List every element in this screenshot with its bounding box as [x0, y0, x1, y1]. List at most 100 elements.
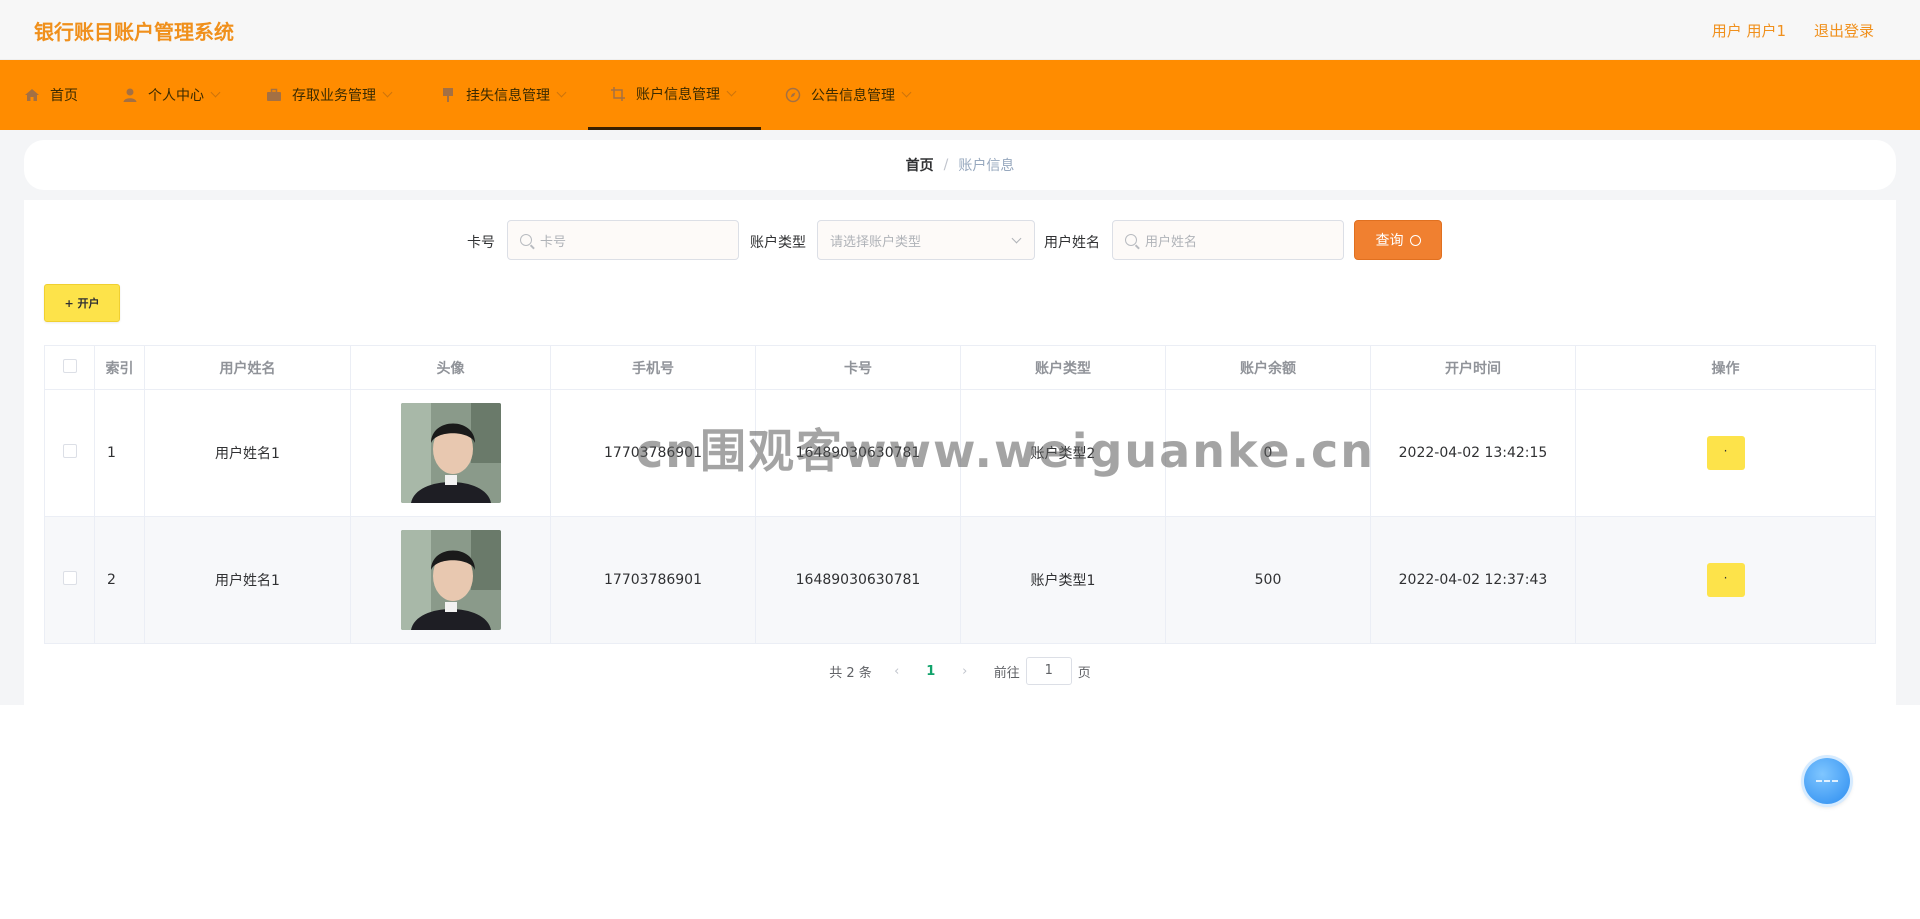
current-user: 用户 用户1	[1711, 22, 1786, 40]
avatar[interactable]	[400, 530, 501, 630]
name-cell: 用户姓名1	[144, 389, 351, 517]
time-cell: 2022-04-02 13:42:15	[1370, 389, 1576, 517]
row-checkbox[interactable]	[62, 571, 77, 585]
type-cell: 账户类型2	[960, 389, 1166, 517]
chevron-left-icon[interactable]: ‹	[882, 664, 912, 679]
chevron-right-icon[interactable]: ›	[950, 664, 980, 679]
nav-label: 个人中心	[148, 88, 204, 104]
table-header-row: 索引 用户姓名 头像 手机号 卡号 账户类型 账户余额 开户时间 操作	[44, 345, 1876, 390]
avatar-cell	[350, 516, 551, 644]
balance-cell: 0	[1165, 389, 1371, 517]
breadcrumb-separator: /	[943, 157, 949, 173]
table-row: 2 用户姓名1 17703786901 16489030630781 账户类型1…	[44, 516, 1876, 644]
column-header: 用户姓名	[144, 345, 351, 390]
phone-cell: 17703786901	[550, 389, 756, 517]
query-label: 查询	[1375, 233, 1404, 249]
chevron-down-icon	[210, 87, 221, 98]
column-header: 账户类型	[960, 345, 1166, 390]
search-icon	[1125, 234, 1137, 246]
nav-item-personal-center[interactable]: 个人中心	[122, 60, 221, 130]
balance-cell: 500	[1165, 516, 1371, 644]
card-cell: 16489030630781	[755, 516, 961, 644]
pin-icon	[443, 88, 453, 102]
breadcrumb-home[interactable]: 首页	[906, 155, 934, 175]
crop-icon	[611, 86, 625, 101]
pagination-goto-label: 前往	[993, 665, 1020, 681]
floating-assistant-button[interactable]	[1804, 758, 1850, 804]
chevron-down-icon	[382, 87, 393, 98]
accounts-table: 索引 用户姓名 头像 手机号 卡号 账户类型 账户余额 开户时间 操作 1 用户…	[44, 345, 1876, 644]
pagination-page[interactable]: 1	[912, 664, 950, 679]
chevron-down-icon	[1011, 233, 1022, 244]
breadcrumb: 首页 / 账户信息	[24, 140, 1896, 190]
index-cell: 2	[94, 516, 145, 644]
index-cell: 1	[94, 389, 145, 517]
nav-label: 公告信息管理	[811, 88, 895, 104]
action-cell: ·	[1575, 516, 1876, 644]
pagination: 共 2 条 ‹ 1 › 前往 1 页	[24, 657, 1896, 685]
nav-label: 存取业务管理	[292, 88, 376, 104]
type-cell: 账户类型1	[960, 516, 1166, 644]
name-cell: 用户姓名1	[144, 516, 351, 644]
column-header: 卡号	[755, 345, 961, 390]
card-cell: 16489030630781	[755, 389, 961, 517]
open-account-button[interactable]: + 开户	[44, 284, 120, 322]
row-action-button[interactable]: ·	[1706, 436, 1745, 470]
phone-cell: 17703786901	[550, 516, 756, 644]
app-title: 银行账目账户管理系统	[34, 20, 234, 44]
pagination-page-suffix: 页	[1077, 665, 1091, 681]
row-select-cell	[44, 389, 95, 517]
card-number-input[interactable]: 卡号	[507, 220, 739, 260]
row-select-cell	[44, 516, 95, 644]
breadcrumb-current: 账户信息	[958, 158, 1015, 174]
account-type-label: 账户类型	[750, 235, 806, 251]
chevron-down-icon	[901, 87, 912, 98]
logout-link[interactable]: 退出登录	[1814, 20, 1874, 41]
dash-icon	[1816, 780, 1838, 782]
nav-item-loss-report[interactable]: 挂失信息管理	[440, 60, 567, 130]
avatar[interactable]	[400, 403, 501, 503]
nav-item-account-info[interactable]: 账户信息管理	[588, 60, 761, 130]
column-header: 头像	[350, 345, 551, 390]
row-checkbox[interactable]	[62, 444, 77, 458]
account-type-placeholder: 请选择账户类型	[830, 234, 922, 250]
time-cell: 2022-04-02 12:37:43	[1370, 516, 1576, 644]
briefcase-icon	[267, 88, 281, 101]
nav-item-announcement[interactable]: 公告信息管理	[785, 60, 912, 130]
select-all-cell	[44, 345, 95, 390]
user-name-placeholder: 用户姓名	[1145, 234, 1198, 250]
column-header: 开户时间	[1370, 345, 1576, 390]
compass-icon	[785, 87, 801, 103]
nav-label: 账户信息管理	[636, 86, 720, 103]
main-panel: 卡号 卡号 账户类型 请选择账户类型 用户姓名 用户姓名 查询 + 开户 索引 …	[24, 200, 1896, 705]
column-header: 账户余额	[1165, 345, 1371, 390]
select-all-checkbox[interactable]	[62, 358, 77, 373]
user-name-label: 用户姓名	[1044, 235, 1100, 251]
card-number-label: 卡号	[467, 235, 495, 251]
query-button[interactable]: 查询	[1354, 220, 1442, 260]
user-icon	[123, 88, 137, 102]
account-type-select[interactable]: 请选择账户类型	[817, 220, 1035, 260]
row-action-button[interactable]: ·	[1706, 563, 1745, 597]
top-header: 银行账目账户管理系统 用户 用户1 退出登录	[0, 0, 1920, 60]
home-icon	[25, 89, 39, 101]
user-name-input[interactable]: 用户姓名	[1112, 220, 1344, 260]
avatar-cell	[350, 389, 551, 517]
nav-item-deposit-business[interactable]: 存取业务管理	[266, 60, 393, 130]
card-number-placeholder: 卡号	[540, 234, 567, 250]
action-cell: ·	[1575, 389, 1876, 517]
nav-label: 挂失信息管理	[466, 88, 550, 104]
table-row: 1 用户姓名1 17703786901 16489030630781 账户类型2…	[44, 389, 1876, 517]
search-icon	[520, 234, 532, 246]
search-form: 卡号 卡号 账户类型 请选择账户类型 用户姓名 用户姓名 查询	[24, 220, 1896, 260]
pagination-goto-input[interactable]: 1	[1025, 657, 1072, 685]
main-nav: 首页 个人中心 存取业务管理 挂失信息管理 账户信息管理 公告信息管理	[0, 60, 1920, 130]
nav-label: 首页	[50, 88, 78, 104]
column-header: 操作	[1575, 345, 1876, 390]
column-header: 索引	[94, 345, 145, 390]
pagination-total: 共 2 条	[829, 665, 872, 681]
search-icon	[1409, 234, 1421, 246]
nav-item-home[interactable]: 首页	[24, 60, 78, 130]
column-header: 手机号	[550, 345, 756, 390]
chevron-down-icon	[726, 86, 737, 96]
